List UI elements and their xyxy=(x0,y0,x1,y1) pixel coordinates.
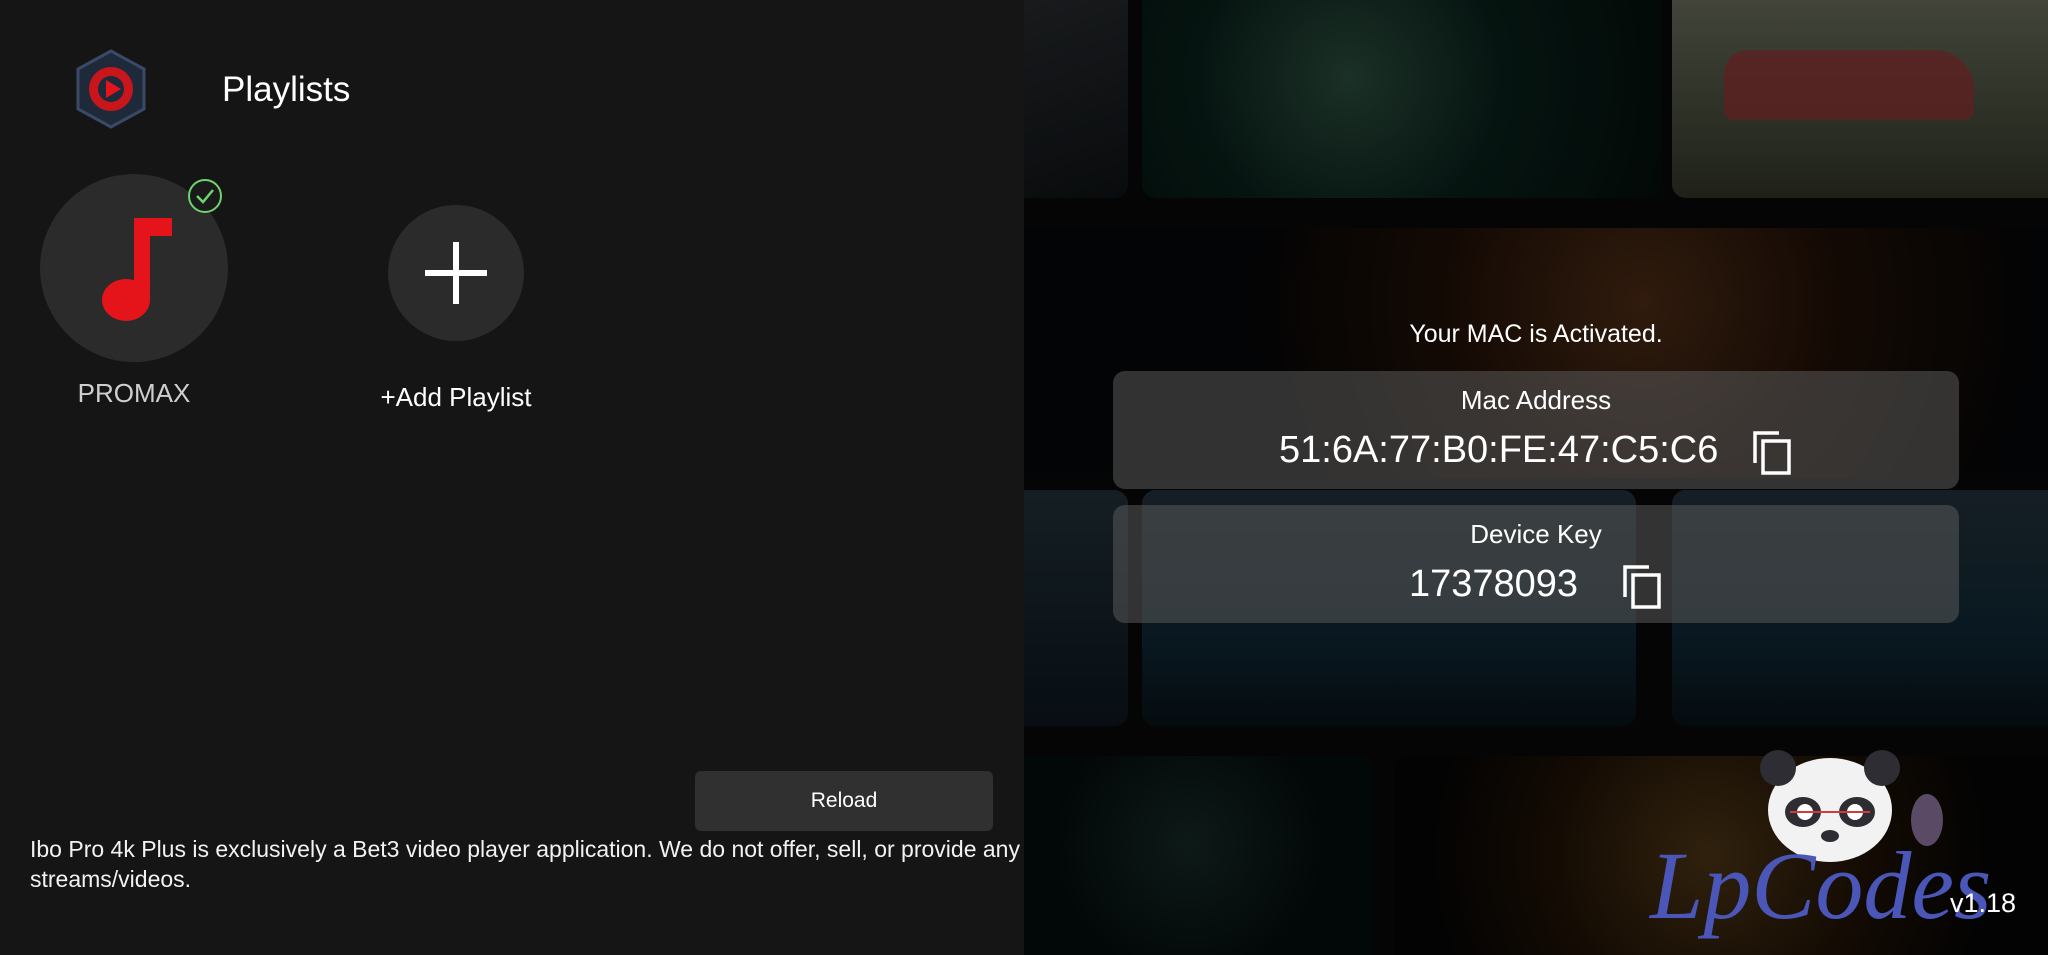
lpcodes-watermark: LpCodes xyxy=(1648,750,1991,939)
device-key-card: Device Key 17378093 xyxy=(1113,505,1959,623)
poster-tile xyxy=(1024,0,1128,198)
poster-tile xyxy=(1672,0,2048,198)
playlists-panel: Playlists PROMAX +Add Playlist Reload Ib… xyxy=(0,0,1024,955)
poster-tile xyxy=(1024,756,1374,955)
mac-address-label: Mac Address xyxy=(1460,385,1612,415)
mac-address-value: 51:6A:77:B0:FE:47:C5:C6 xyxy=(1279,429,1719,471)
watermark-text: LpCodes xyxy=(1648,832,1991,939)
mac-address-card: Mac Address 51:6A:77:B0:FE:47:C5:C6 xyxy=(1113,371,1959,489)
copy-icon[interactable] xyxy=(1749,429,1795,477)
add-playlist-label[interactable]: +Add Playlist xyxy=(336,382,576,413)
app-logo xyxy=(76,49,146,129)
plus-icon xyxy=(425,242,487,304)
active-check-icon xyxy=(188,179,222,213)
reload-button[interactable]: Reload xyxy=(695,771,993,831)
version-label: v1.18 xyxy=(1950,888,2017,918)
add-playlist-button[interactable] xyxy=(388,205,524,341)
copy-icon[interactable] xyxy=(1619,563,1665,611)
device-key-label: Device Key xyxy=(1470,519,1602,549)
poster-tile xyxy=(1142,0,1662,198)
activation-status: Your MAC is Activated. xyxy=(1409,320,1663,348)
device-key-value: 17378093 xyxy=(1409,563,1579,605)
disclaimer-text: Ibo Pro 4k Plus is exclusively a Bet3 vi… xyxy=(30,836,1020,892)
page-title: Playlists xyxy=(222,70,351,109)
playlist-label: PROMAX xyxy=(77,378,191,408)
